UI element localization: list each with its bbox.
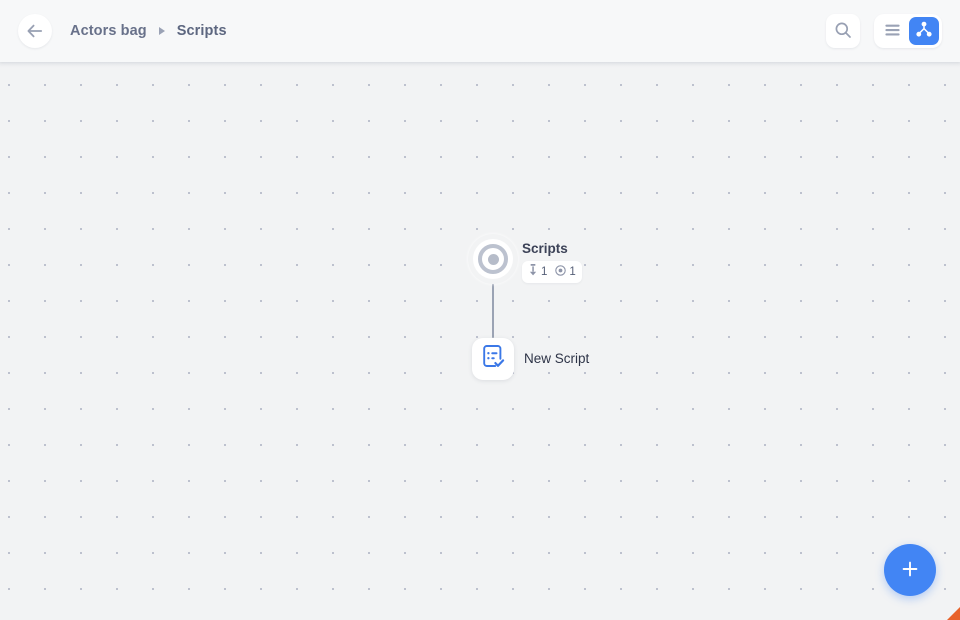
depth-value: 1 [541,266,548,278]
search-icon [834,21,852,42]
add-button[interactable] [884,544,936,596]
view-toggle-group [874,14,942,48]
node-count-value: 1 [569,266,576,278]
depth-icon [528,263,538,281]
graph-node-scripts-label-group: Scripts 1 1 [522,241,582,283]
node-count-badge: 1 [555,263,576,281]
view-toggle-graph[interactable] [909,17,939,45]
top-bar-actions [826,14,942,48]
node-count-icon [555,263,567,281]
top-bar: Actors bag Scripts [0,0,960,68]
list-icon [884,23,901,40]
graph-node-scripts-title: Scripts [522,241,568,256]
plus-icon [899,558,921,583]
app-window: Scripts 1 1 New Script Actors bag Script… [0,0,960,620]
breadcrumb: Actors bag Scripts [70,23,227,39]
chevron-right-icon [158,27,165,35]
breadcrumb-item-actors-bag[interactable]: Actors bag [70,23,147,39]
target-node-core [487,253,499,265]
back-button[interactable] [18,14,52,48]
hierarchy-icon [915,21,933,41]
depth-badge: 1 [528,263,547,281]
graph-node-scripts[interactable] [473,239,513,279]
breadcrumb-item-scripts[interactable]: Scripts [177,23,227,39]
graph-node-scripts-badges: 1 1 [522,261,582,283]
graph-node-new-script[interactable] [472,338,514,380]
search-button[interactable] [826,14,860,48]
view-toggle-list[interactable] [877,17,907,45]
script-check-icon [480,344,506,375]
corner-resize-marker [947,607,960,620]
arrow-left-icon [26,23,44,39]
graph-layer: Scripts 1 1 New Script [0,0,960,620]
target-node-icon [478,244,508,274]
graph-edge [492,281,494,338]
graph-node-new-script-label: New Script [524,351,590,366]
